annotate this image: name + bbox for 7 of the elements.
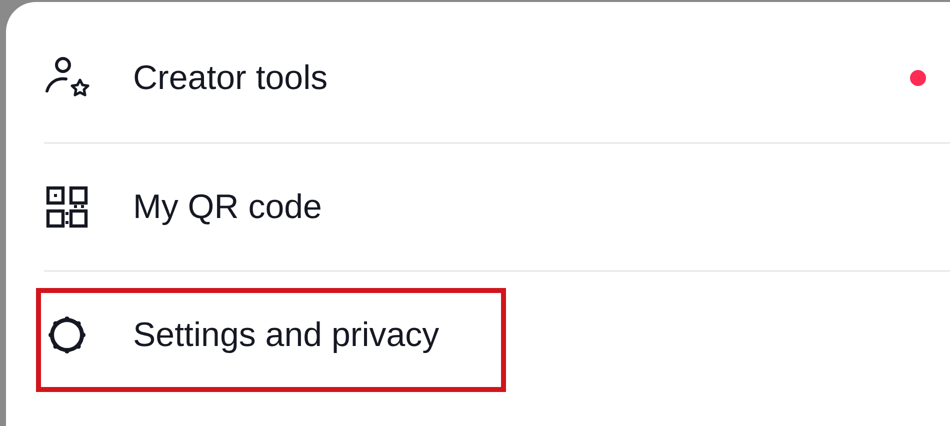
- menu-item-label: My QR code: [133, 186, 322, 228]
- qr-code-icon: [44, 184, 90, 230]
- menu-item[interactable]: Creator tools: [44, 14, 950, 142]
- menu-item-label: Creator tools: [133, 58, 328, 98]
- menu-item[interactable]: My QR code: [44, 142, 950, 270]
- menu-item[interactable]: Settings and privacy: [44, 270, 950, 398]
- menu-item-label: Settings and privacy: [133, 314, 440, 356]
